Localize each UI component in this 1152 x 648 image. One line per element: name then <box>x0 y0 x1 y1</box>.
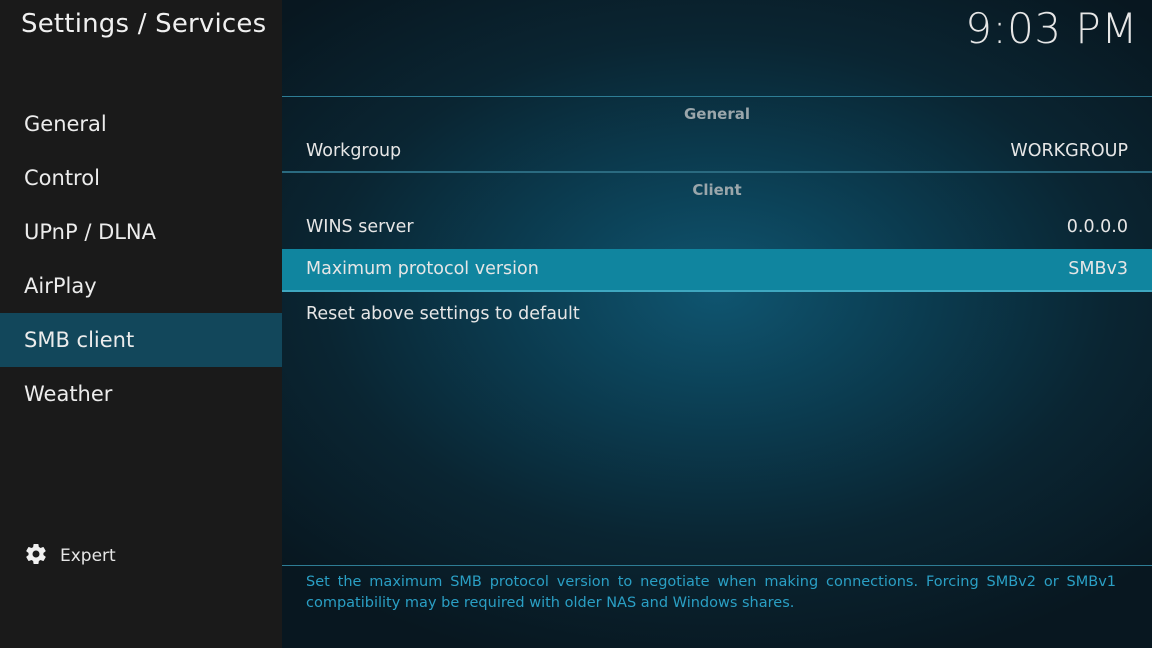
setting-row-max-protocol-version[interactable]: Maximum protocol version SMBv3 <box>282 249 1152 292</box>
expert-label: Expert <box>60 546 116 566</box>
setting-value: 0.0.0.0 <box>1066 217 1128 237</box>
gear-icon <box>24 542 60 571</box>
settings-list: General Workgroup WORKGROUP Client WINS … <box>282 96 1152 336</box>
clock: 9:03 PM <box>965 4 1138 53</box>
expert-level-button[interactable]: Expert <box>24 541 116 571</box>
sidebar-nav: General Control UPnP / DLNA AirPlay SMB … <box>0 97 282 421</box>
setting-value: SMBv3 <box>1068 259 1128 279</box>
sidebar-item-control[interactable]: Control <box>0 151 282 205</box>
setting-row-workgroup[interactable]: Workgroup WORKGROUP <box>282 131 1152 173</box>
sidebar-item-smb-client[interactable]: SMB client <box>0 313 282 367</box>
setting-row-wins-server[interactable]: WINS server 0.0.0.0 <box>282 207 1152 249</box>
setting-value: WORKGROUP <box>1010 141 1128 161</box>
sidebar-item-weather[interactable]: Weather <box>0 367 282 421</box>
group-header-general: General <box>684 105 750 123</box>
page-title: Settings / Services <box>21 9 267 39</box>
setting-label: Maximum protocol version <box>306 259 539 279</box>
group-header-client: Client <box>692 181 742 199</box>
sidebar-item-airplay[interactable]: AirPlay <box>0 259 282 313</box>
setting-description: Set the maximum SMB protocol version to … <box>306 574 1116 611</box>
sidebar-item-upnp-dlna[interactable]: UPnP / DLNA <box>0 205 282 259</box>
setting-label: WINS server <box>306 217 414 237</box>
setting-label: Workgroup <box>306 141 402 161</box>
reset-label: Reset above settings to default <box>306 304 580 324</box>
sidebar-item-general[interactable]: General <box>0 97 282 151</box>
description-divider <box>282 565 1152 566</box>
reset-settings-button[interactable]: Reset above settings to default <box>282 292 1152 336</box>
